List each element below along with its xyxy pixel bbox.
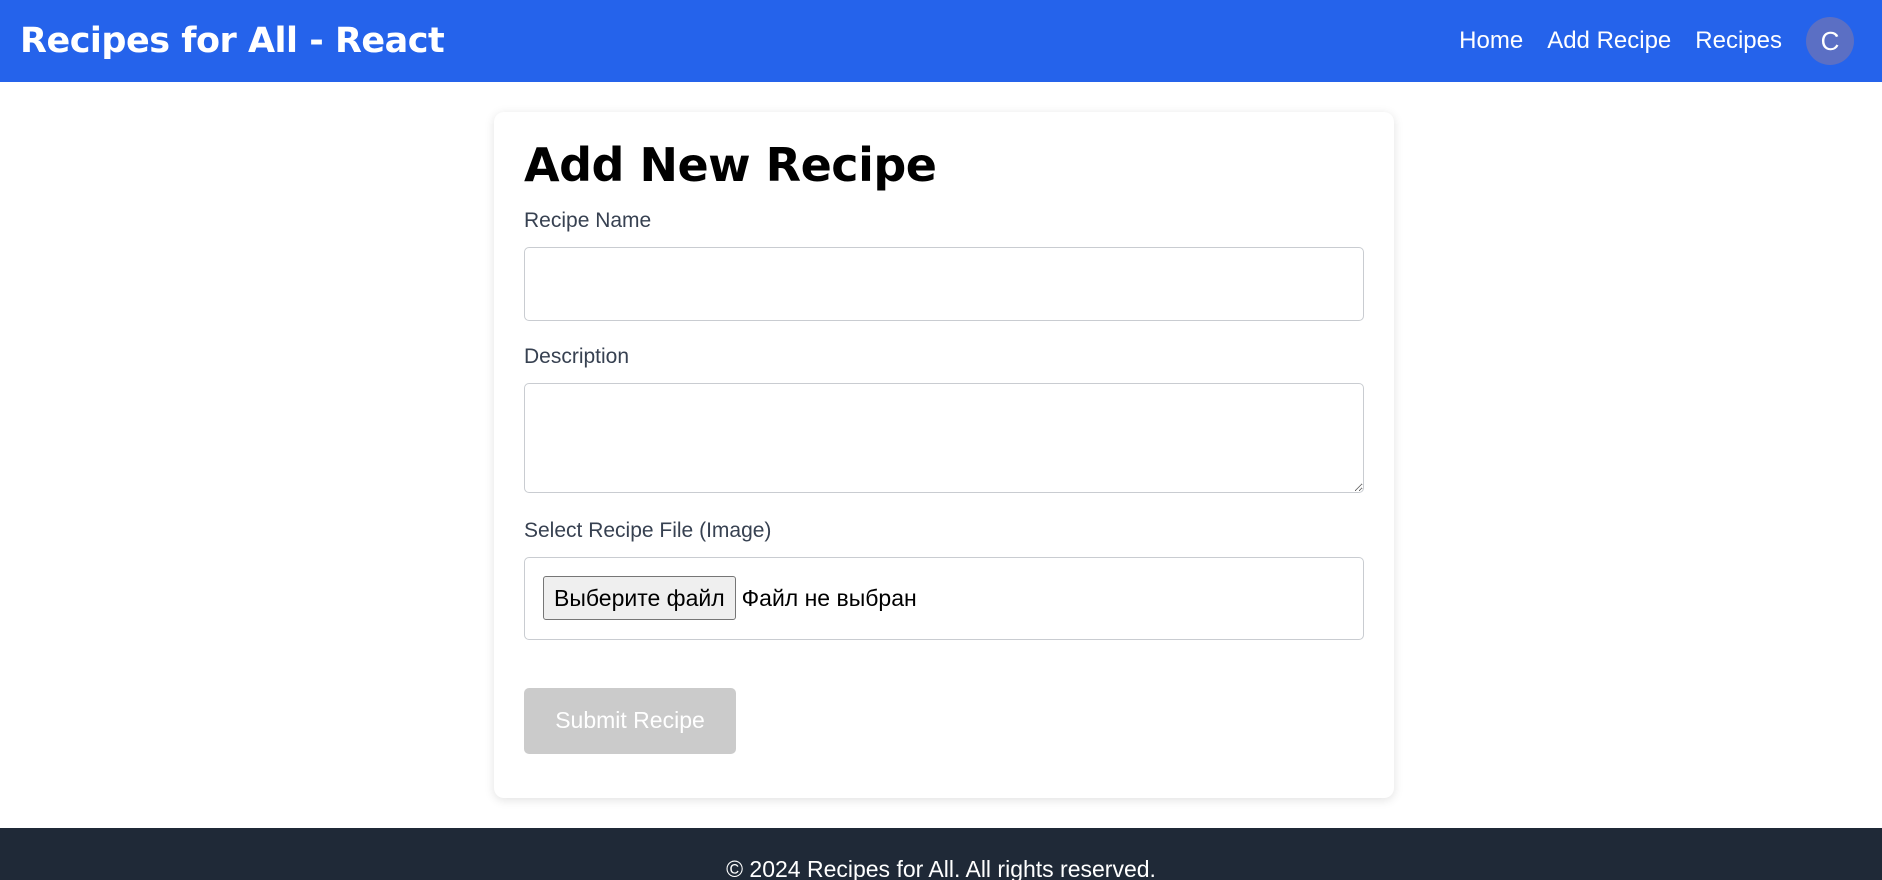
- recipe-name-label: Recipe Name: [524, 208, 652, 232]
- nav-link-recipes[interactable]: Recipes: [1695, 27, 1782, 55]
- footer: © 2024 Recipes for All. All rights reser…: [0, 828, 1882, 880]
- description-label: Description: [524, 344, 630, 368]
- submit-recipe-button[interactable]: Submit Recipe: [524, 687, 736, 754]
- file-input[interactable]: Выберите файл Файл не выбран: [524, 556, 1364, 640]
- file-status-text: Файл не выбран: [741, 584, 917, 611]
- file-label: Select Recipe File (Image): [524, 518, 772, 542]
- navbar: Recipes for All - React Home Add Recipe …: [0, 0, 1882, 82]
- footer-copyright: © 2024 Recipes for All. All rights reser…: [726, 856, 1156, 880]
- recipe-name-input[interactable]: [524, 246, 1364, 321]
- description-textarea[interactable]: [524, 382, 1364, 493]
- nav-link-home[interactable]: Home: [1459, 27, 1523, 55]
- page-title: Add New Recipe: [524, 138, 937, 192]
- add-recipe-card: Add New Recipe Recipe Name Description S…: [494, 112, 1394, 798]
- nav-link-add-recipe[interactable]: Add Recipe: [1547, 27, 1671, 55]
- user-avatar[interactable]: C: [1806, 17, 1854, 65]
- nav-links: Home Add Recipe Recipes C: [1435, 17, 1854, 65]
- brand-title[interactable]: Recipes for All - React: [20, 21, 445, 61]
- choose-file-button[interactable]: Выберите файл: [543, 576, 736, 621]
